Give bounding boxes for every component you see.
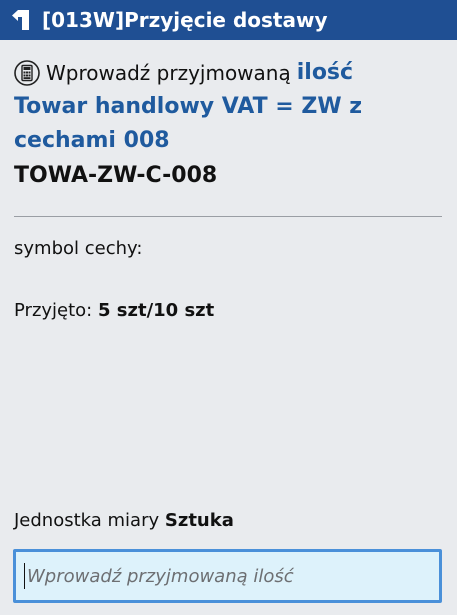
text-caret — [24, 563, 25, 589]
quantity-input-placeholder: Wprowadź przyjmowaną ilość — [27, 565, 294, 587]
received-value: 5 szt/10 szt — [97, 300, 215, 321]
divider — [14, 216, 442, 217]
received-label: Przyjęto: — [14, 300, 98, 321]
prompt-highlight: ilość — [296, 60, 354, 85]
calculator-icon — [14, 60, 40, 86]
unit-value: Sztuka — [164, 510, 234, 531]
received-quantity: Przyjęto: 5 szt/10 szt — [14, 298, 214, 324]
item-code: TOWA-ZW-C-008 — [14, 163, 218, 188]
unit-of-measure: Jednostka miary Sztuka — [14, 508, 234, 534]
page-title: [013W]Przyjęcie dostawy — [42, 8, 328, 32]
prompt-text: Wprowadź przyjmowaną — [46, 61, 291, 85]
quantity-input[interactable]: Wprowadź przyjmowaną ilość — [13, 549, 442, 603]
back-arrow-icon[interactable] — [8, 7, 34, 33]
app-header: [013W]Przyjęcie dostawy — [0, 0, 457, 40]
feature-symbol-label: symbol cechy: — [14, 238, 143, 259]
main-content: Wprowadź przyjmowaną ilość Towar handlow… — [14, 58, 444, 192]
unit-label: Jednostka miary — [14, 510, 165, 531]
quantity-prompt: Wprowadź przyjmowaną ilość — [14, 58, 444, 88]
item-name: Towar handlowy VAT = ZW z cechami 008 — [14, 94, 363, 153]
